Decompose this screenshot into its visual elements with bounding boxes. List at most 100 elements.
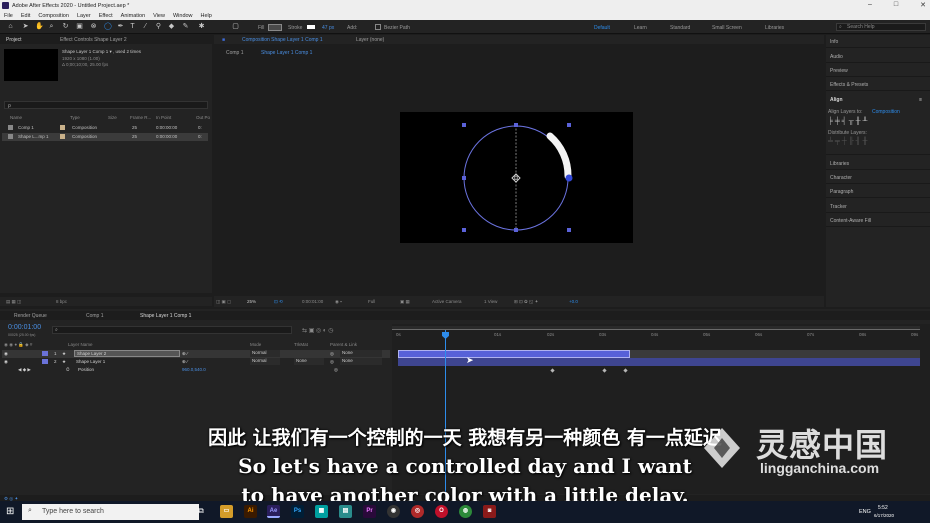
chrome-icon[interactable]: ◍ [459,505,472,518]
bounding-handle[interactable] [567,123,571,127]
panel-info[interactable]: Info [826,35,930,48]
trkmat-select[interactable]: None [294,358,324,365]
bounding-handle[interactable] [462,123,466,127]
menu-layer[interactable]: Layer [77,13,91,19]
interpret-footage-icon[interactable]: ▤ ▦ ◫ [6,299,21,305]
menu-view[interactable]: View [153,13,165,19]
stroke-width-value[interactable]: 47 px [322,25,334,31]
camera-tool-icon[interactable]: ▣ [76,23,83,30]
col-parent[interactable]: Parent & Link [330,342,357,347]
app-icon[interactable]: ◎ [411,505,424,518]
timeline-current-time[interactable]: 0:00:01:00 [8,324,41,331]
tab-layer[interactable]: Layer (none) [356,37,384,43]
breadcrumb-comp-1[interactable]: Comp 1 [226,50,244,56]
panel-character[interactable]: Character [826,171,930,184]
col-mode[interactable]: Mode [250,342,261,347]
add-label[interactable]: Add: [347,25,357,31]
keyframe-marker[interactable] [550,368,555,373]
col-frame-rate[interactable]: Frame R... [130,115,151,120]
eye-icon[interactable]: ◉ [4,359,8,365]
close-icon[interactable]: ✕ [920,1,926,9]
panel-libraries[interactable]: Libraries [826,157,930,170]
hand-tool-icon[interactable]: ✋ [35,23,44,30]
panel-tracker[interactable]: Tracker [826,200,930,213]
col-out-point[interactable]: Out Po [196,115,210,120]
app-icon[interactable]: ▦ [315,505,328,518]
bezier-checkbox[interactable] [375,24,381,30]
layer-name[interactable]: Shape Layer 2 [74,350,180,357]
snapshot-icon[interactable]: ◉ ▪ [335,299,342,305]
fill-swatch-icon[interactable]: ▢ [232,23,239,30]
brush-tool-icon[interactable]: ⁄ [142,23,149,30]
maximize-icon[interactable]: □ [894,1,898,9]
fill-color-swatch[interactable] [268,24,282,31]
pickwhip-icon[interactable]: ◎ [330,351,334,357]
stroke-color-swatch[interactable] [305,23,317,31]
selection-tool-icon[interactable]: ➤ [22,23,29,30]
table-row[interactable]: Shape L...mp 1 Composition 25 0:00:00:00… [2,133,208,141]
playhead-icon[interactable] [442,332,449,339]
region-icon[interactable]: ▣ ▦ [400,299,410,305]
puppet-tool-icon[interactable]: ✱ [198,23,205,30]
layer-bar-shape-layer-1[interactable] [398,358,920,366]
tab-effect-controls[interactable]: Effect Controls Shape Layer 2 [60,37,127,43]
mode-select[interactable]: Normal [250,350,280,357]
timeline-switches-icon[interactable]: ⇆ ▣ ◎ ◐ ◷ [302,327,333,334]
layer-row-shape-layer-2[interactable]: ◉ 1 ★ Shape Layer 2 ⊕ ⁄ Normal ◎ None [2,350,390,358]
views-select[interactable]: 1 View [484,299,497,304]
lock-icon[interactable]: ■ [222,37,225,43]
task-view-icon[interactable]: ⧉ [198,506,204,516]
label-color-icon[interactable] [42,351,48,356]
rotate-tool-icon[interactable]: ↻ [62,23,69,30]
parent-select[interactable]: None [340,358,382,365]
col-layer-name[interactable]: Layer Name [68,342,93,347]
layer-row-shape-layer-1[interactable]: ◉ 2 ★ Shape Layer 1 ⊕ ⁄ Normal None ◎ No… [2,358,390,366]
workspace-default[interactable]: Default [594,25,610,31]
switch-icons[interactable]: ⊕ ⁄ [182,351,188,357]
panel-align[interactable]: Align ≡ Align Layers to: Composition ╞ ╪… [826,93,930,155]
pickwhip-icon[interactable]: ◎ [330,359,334,365]
zoom-select[interactable]: 25% [247,299,256,304]
label-color-icon[interactable] [42,359,48,364]
panel-paragraph[interactable]: Paragraph [826,185,930,198]
bounding-handle[interactable] [514,228,518,232]
keyframe-marker[interactable] [602,368,607,373]
menu-composition[interactable]: Composition [38,13,69,19]
clone-stamp-icon[interactable]: ⚲ [155,23,162,30]
type-tool-icon[interactable]: T [129,23,136,30]
property-row-position[interactable]: ◀ ◆ ▶ ⏱ Position 960.0,540.0 ◎ [2,366,390,374]
breadcrumb-shape-layer-comp[interactable]: Shape Layer 1 Comp 1 [261,50,312,56]
taskbar-search-input[interactable]: ⌕ Type here to search [22,504,199,520]
tab-shape-layer-comp[interactable]: Shape Layer 1 Comp 1 [140,313,191,319]
minimize-icon[interactable]: – [868,1,872,9]
opera-icon[interactable]: O [435,505,448,518]
illustrator-icon[interactable]: Ai [244,505,257,518]
parent-select[interactable]: None [340,350,382,357]
tab-project[interactable]: Project [6,37,22,43]
ellipse-tool-icon[interactable]: ◯ [104,23,112,30]
resolution-select[interactable]: Full [368,299,375,304]
col-type[interactable]: Type [70,115,80,120]
table-row[interactable]: Comp 1 Composition 25 0:00:00:00 0: [2,124,208,132]
bpc-label[interactable]: 8 bpc [56,299,67,304]
tab-comp-1[interactable]: Comp 1 [86,313,104,319]
align-buttons-icon[interactable]: ╞ ╪ ╡ ╥ ╫ ╨ [828,118,867,125]
col-size[interactable]: Size [108,115,117,120]
timeline-search-input[interactable]: ⌕ [52,326,292,334]
bounding-handle[interactable] [567,228,571,232]
premiere-icon[interactable]: Pr [363,505,376,518]
pickwhip-icon[interactable]: ◎ [334,367,338,373]
app-icon[interactable]: ▤ [339,505,352,518]
fit-icon[interactable]: ⊡ ⟲ [274,299,283,305]
bounding-handle[interactable] [514,123,518,127]
panel-preview[interactable]: Preview [826,64,930,77]
mode-select[interactable]: Normal [250,358,280,365]
pan-behind-tool-icon[interactable]: ⊗ [90,23,97,30]
search-help-input[interactable]: ⌕ Search Help [836,23,926,31]
col-trkmat[interactable]: TrkMat [294,342,308,347]
eraser-tool-icon[interactable]: ◆ [168,23,175,30]
home-icon[interactable]: ⌂ [7,23,14,30]
stopwatch-icon[interactable]: ⏱ [66,367,70,372]
keyframe-nav-icon[interactable]: ◀ ◆ ▶ [18,367,31,373]
photoshop-icon[interactable]: Ps [291,505,304,518]
